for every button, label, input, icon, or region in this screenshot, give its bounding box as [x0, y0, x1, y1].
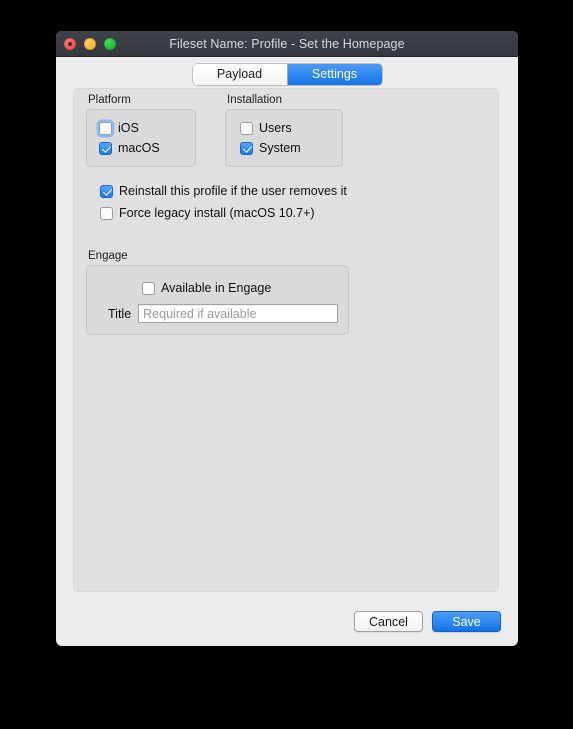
title-field-row: Title — [87, 304, 348, 323]
checkbox-row-ios[interactable]: iOS — [99, 118, 195, 138]
segmented-control: Payload Settings — [192, 63, 382, 85]
available-in-engage-label: Available in Engage — [161, 281, 272, 295]
users-checkbox-label: Users — [259, 121, 292, 135]
title-bar: Fileset Name: Profile - Set the Homepage — [56, 31, 518, 57]
system-checkbox-label: System — [259, 141, 301, 155]
checkbox-row-users[interactable]: Users — [240, 118, 342, 138]
macos-checkbox[interactable] — [99, 141, 112, 155]
installation-group-label: Installation — [227, 94, 282, 106]
reinstall-checkbox[interactable] — [100, 184, 113, 198]
force-legacy-checkbox-label: Force legacy install (macOS 10.7+) — [119, 206, 315, 220]
force-legacy-checkbox[interactable] — [100, 206, 113, 220]
tab-bar: Payload Settings — [56, 57, 518, 91]
platform-group: Platform iOS macOS — [86, 94, 196, 167]
reinstall-checkbox-label: Reinstall this profile if the user remov… — [119, 184, 347, 198]
checkbox-row-macos[interactable]: macOS — [99, 138, 195, 158]
tab-payload[interactable]: Payload — [192, 63, 287, 85]
dialog-button-bar: Cancel Save — [354, 611, 501, 632]
cancel-button[interactable]: Cancel — [354, 611, 423, 632]
engage-group: Engage Available in Engage Title — [86, 250, 349, 335]
checkbox-row-reinstall[interactable]: Reinstall this profile if the user remov… — [100, 180, 347, 202]
window-title: Fileset Name: Profile - Set the Homepage — [169, 36, 405, 51]
title-input[interactable] — [138, 304, 339, 323]
dialog-window: Fileset Name: Profile - Set the Homepage… — [56, 31, 518, 646]
macos-checkbox-label: macOS — [118, 141, 160, 155]
engage-group-body: Available in Engage Title — [86, 265, 349, 335]
ios-checkbox[interactable] — [99, 121, 112, 135]
installation-group: Installation Users System — [225, 94, 343, 167]
platform-group-label: Platform — [88, 94, 131, 106]
users-checkbox[interactable] — [240, 121, 253, 135]
close-button[interactable] — [64, 37, 76, 50]
content-panel: Platform iOS macOS Installation Users Sy… — [73, 88, 499, 592]
platform-group-body: iOS macOS — [86, 109, 196, 167]
options-list: Reinstall this profile if the user remov… — [100, 180, 347, 224]
tab-settings[interactable]: Settings — [286, 63, 382, 85]
minimize-button[interactable] — [84, 37, 96, 50]
zoom-button[interactable] — [104, 37, 116, 50]
installation-group-body: Users System — [225, 109, 343, 167]
available-in-engage-checkbox[interactable] — [142, 281, 155, 295]
checkbox-row-available-in-engage[interactable]: Available in Engage — [87, 278, 348, 298]
title-field-label: Title — [108, 306, 132, 321]
checkbox-row-force-legacy[interactable]: Force legacy install (macOS 10.7+) — [100, 202, 347, 224]
system-checkbox[interactable] — [240, 141, 253, 155]
engage-group-label: Engage — [88, 250, 128, 262]
checkbox-row-system[interactable]: System — [240, 138, 342, 158]
save-button[interactable]: Save — [432, 611, 501, 632]
window-controls — [64, 31, 116, 56]
ios-checkbox-label: iOS — [118, 121, 139, 135]
